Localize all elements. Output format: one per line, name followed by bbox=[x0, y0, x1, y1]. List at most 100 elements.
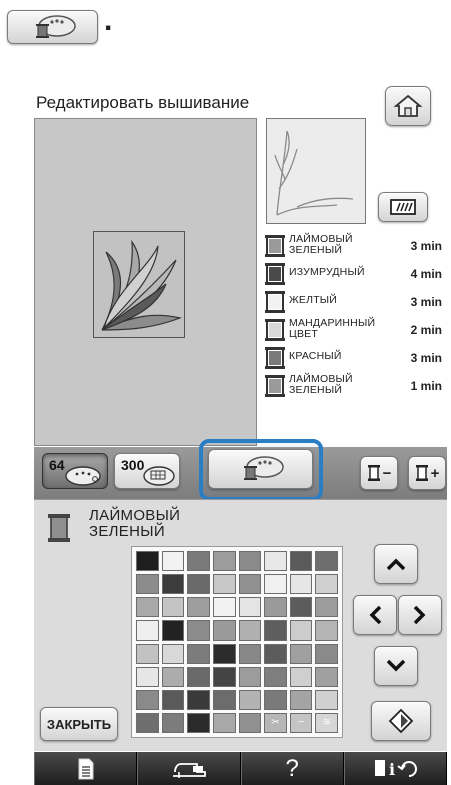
thread-spool-icon bbox=[265, 319, 285, 341]
color-swatch[interactable] bbox=[212, 712, 236, 733]
color-swatch[interactable] bbox=[264, 574, 287, 595]
color-swatch[interactable] bbox=[136, 597, 159, 618]
color-swatch[interactable] bbox=[289, 620, 313, 641]
thread-row[interactable]: МАНДАРИННЫЙ ЦВЕТ 2 min bbox=[264, 317, 446, 341]
color-swatch[interactable]: ✂ bbox=[264, 712, 287, 733]
thread-row[interactable]: ЖЕЛТЫЙ 3 min bbox=[264, 289, 446, 313]
color-swatch[interactable] bbox=[187, 643, 210, 664]
tab-300-colors[interactable]: 300 bbox=[114, 453, 180, 489]
up-arrow-button[interactable] bbox=[374, 544, 418, 584]
color-swatch[interactable] bbox=[289, 666, 313, 687]
color-swatch[interactable] bbox=[238, 551, 262, 572]
chevron-down-icon bbox=[386, 659, 406, 672]
realistic-view-button[interactable] bbox=[378, 192, 428, 222]
color-swatch[interactable] bbox=[315, 551, 338, 572]
color-swatch[interactable] bbox=[187, 597, 210, 618]
color-swatch[interactable] bbox=[238, 666, 262, 687]
down-arrow-button[interactable] bbox=[374, 646, 418, 686]
palette-oval-icon bbox=[143, 466, 175, 486]
color-swatch[interactable] bbox=[315, 689, 338, 710]
color-swatch[interactable] bbox=[238, 643, 262, 664]
tab-64-colors[interactable]: 64 bbox=[42, 453, 108, 489]
thread-time: 4 min bbox=[410, 267, 442, 281]
color-swatch[interactable] bbox=[264, 689, 287, 710]
color-swatch[interactable] bbox=[136, 712, 159, 733]
color-swatch[interactable] bbox=[161, 689, 185, 710]
color-swatch[interactable] bbox=[264, 597, 287, 618]
color-swatch[interactable] bbox=[212, 689, 236, 710]
color-swatch[interactable]: ≋ bbox=[315, 712, 338, 733]
color-swatch[interactable] bbox=[238, 597, 262, 618]
thread-name: ЛАЙМОВЫЙ ЗЕЛЕНЫЙ bbox=[289, 373, 353, 396]
thread-row[interactable]: КРАСНЫЙ 3 min bbox=[264, 345, 446, 369]
color-swatch[interactable] bbox=[161, 712, 185, 733]
color-swatch[interactable] bbox=[136, 620, 159, 641]
help-button[interactable]: ? bbox=[240, 752, 344, 785]
color-swatch[interactable] bbox=[238, 620, 262, 641]
color-swatch[interactable] bbox=[238, 689, 262, 710]
color-swatch[interactable] bbox=[315, 620, 338, 641]
dash-icon: ┄ bbox=[298, 717, 305, 729]
next-thread-button[interactable]: + bbox=[408, 456, 446, 490]
color-swatch[interactable] bbox=[187, 551, 210, 572]
thread-row[interactable]: ИЗУМРУДНЫЙ 4 min bbox=[264, 261, 446, 285]
color-swatch[interactable] bbox=[136, 643, 159, 664]
reset-color-button[interactable] bbox=[371, 701, 431, 741]
color-swatch[interactable] bbox=[161, 643, 185, 664]
color-swatch[interactable] bbox=[315, 574, 338, 595]
color-swatch[interactable] bbox=[187, 689, 210, 710]
color-swatch[interactable] bbox=[289, 643, 313, 664]
color-swatch[interactable] bbox=[187, 666, 210, 687]
color-swatch[interactable] bbox=[187, 712, 210, 733]
color-swatch[interactable] bbox=[161, 620, 185, 641]
color-swatch[interactable] bbox=[289, 597, 313, 618]
thread-name: ИЗУМРУДНЫЙ bbox=[289, 266, 365, 278]
color-swatch[interactable] bbox=[264, 643, 287, 664]
color-swatch[interactable] bbox=[315, 643, 338, 664]
color-swatch[interactable] bbox=[212, 643, 236, 664]
close-button[interactable]: ЗАКРЫТЬ bbox=[40, 707, 118, 741]
color-swatch[interactable] bbox=[161, 597, 185, 618]
color-swatch[interactable] bbox=[136, 551, 159, 572]
color-swatch[interactable] bbox=[212, 666, 236, 687]
previous-thread-button[interactable]: − bbox=[360, 456, 398, 490]
color-swatch[interactable] bbox=[161, 551, 185, 572]
color-swatch[interactable] bbox=[187, 574, 210, 595]
info-settings-button[interactable]: i bbox=[343, 752, 447, 785]
color-swatch[interactable] bbox=[212, 620, 236, 641]
color-swatch[interactable] bbox=[289, 689, 313, 710]
color-swatch-grid: ✂ ┄ ≋ bbox=[131, 546, 343, 738]
color-swatch[interactable] bbox=[315, 666, 338, 687]
color-swatch[interactable] bbox=[136, 574, 159, 595]
color-swatch[interactable] bbox=[187, 620, 210, 641]
color-swatch[interactable] bbox=[264, 620, 287, 641]
color-swatch[interactable]: ┄ bbox=[289, 712, 313, 733]
left-arrow-button[interactable] bbox=[353, 595, 397, 635]
color-swatch[interactable] bbox=[264, 551, 287, 572]
color-swatch[interactable] bbox=[212, 551, 236, 572]
color-swatch[interactable] bbox=[238, 712, 262, 733]
home-button[interactable] bbox=[385, 86, 431, 126]
color-swatch[interactable] bbox=[136, 689, 159, 710]
embroidery-pattern-frame[interactable] bbox=[93, 231, 185, 338]
color-swatch[interactable] bbox=[289, 551, 313, 572]
diamond-reset-icon bbox=[388, 708, 414, 734]
thread-name: ЛАЙМОВЫЙ ЗЕЛЕНЫЙ bbox=[289, 233, 353, 256]
color-swatch[interactable] bbox=[161, 574, 185, 595]
chevron-left-icon bbox=[369, 605, 382, 625]
machine-settings-button[interactable] bbox=[137, 752, 241, 785]
tab-user-thread-palette[interactable] bbox=[208, 449, 313, 489]
color-swatch[interactable] bbox=[212, 574, 236, 595]
color-swatch[interactable] bbox=[289, 574, 313, 595]
color-swatch[interactable] bbox=[212, 597, 236, 618]
color-swatch[interactable] bbox=[264, 666, 287, 687]
thread-row[interactable]: ЛАЙМОВЫЙ ЗЕЛЕНЫЙ 3 min bbox=[264, 233, 446, 257]
color-swatch[interactable] bbox=[161, 666, 185, 687]
color-swatch[interactable] bbox=[238, 574, 262, 595]
color-swatch[interactable] bbox=[315, 597, 338, 618]
thread-spool-icon bbox=[265, 347, 285, 369]
color-swatch[interactable] bbox=[136, 666, 159, 687]
right-arrow-button[interactable] bbox=[398, 595, 442, 635]
pattern-list-button[interactable] bbox=[34, 752, 138, 785]
thread-row[interactable]: ЛАЙМОВЫЙ ЗЕЛЕНЫЙ 1 min bbox=[264, 373, 446, 397]
